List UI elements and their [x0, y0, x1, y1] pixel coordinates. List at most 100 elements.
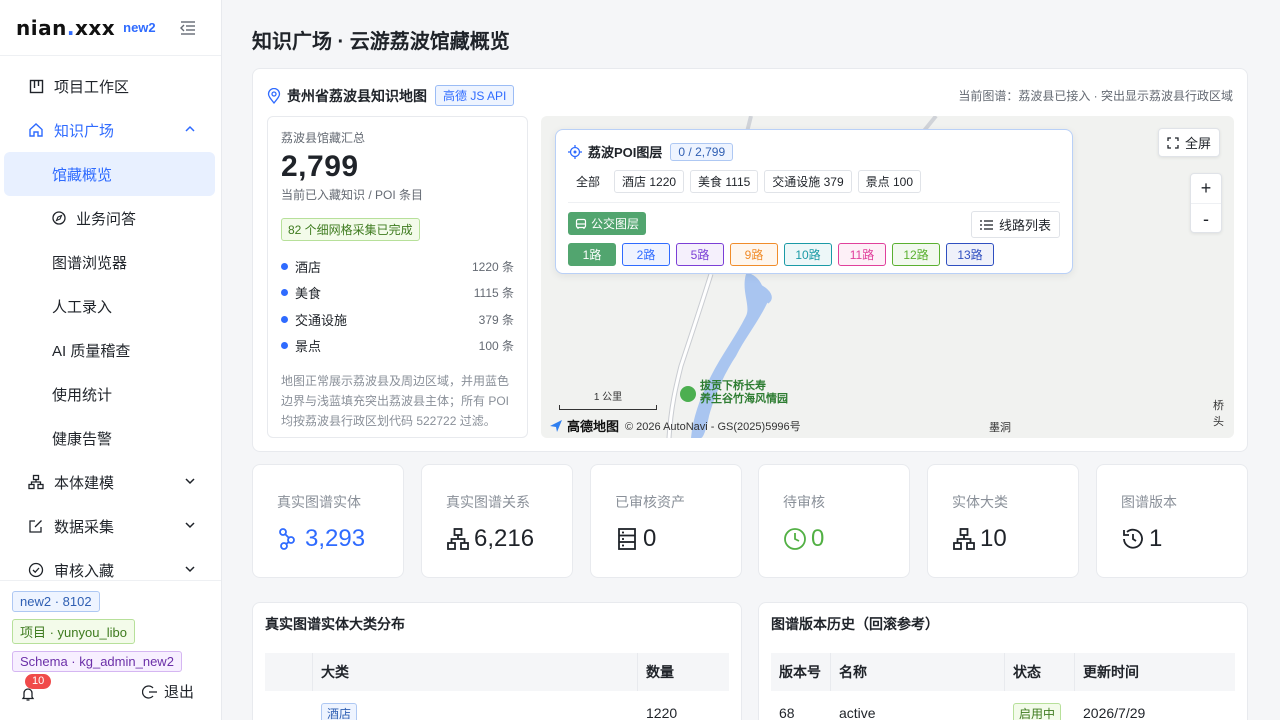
hierarchy-icon [447, 528, 469, 550]
sidebar-item-business-qa[interactable]: 业务问答 [0, 196, 221, 240]
chevron-up-icon [185, 125, 195, 132]
amap-logo-icon [550, 419, 562, 432]
route-chip[interactable]: 9路 [730, 243, 778, 266]
zoom-out-button[interactable]: - [1191, 204, 1221, 234]
sidebar-item-label: 健康告警 [52, 430, 113, 448]
zoom-in-button[interactable]: + [1191, 174, 1221, 204]
route-chip[interactable]: 1路 [568, 243, 616, 266]
route-chip[interactable]: 2路 [622, 243, 670, 266]
filter-scenic[interactable]: 景点 100 [857, 170, 922, 193]
header-cell-name[interactable]: 名称 [831, 653, 1005, 691]
entity-distribution-title: 真实图谱实体大类分布 [265, 616, 405, 632]
list-icon [979, 219, 993, 230]
category-list: 酒店 1220 条 美食 1115 条 交通设施 379 条 景点 100 条 [281, 253, 514, 359]
entity-distribution-card: 真实图谱实体大类分布 大类 数量 酒店 1220 [252, 602, 742, 720]
poi-layer-panel: 荔波POI图层 0 / 2,799 全部 酒店 1220 美食 1115 交通设… [555, 129, 1073, 274]
sidebar-item-ai-quality[interactable]: AI 质量稽查 [0, 328, 221, 372]
map-card-title: 贵州省荔波县知识地图 [287, 87, 427, 104]
sidebar: nian.xxx new2 项目工作区 知识广场 馆藏概览 业务问答 图谱浏览器… [0, 0, 222, 720]
sidebar-item-label: 数据采集 [54, 518, 115, 536]
sidebar-item-project-workspace[interactable]: 项目工作区 [0, 64, 221, 108]
compass-icon [52, 211, 66, 225]
status-badge: 启用中 [1013, 702, 1062, 720]
bullet-dot [281, 289, 288, 297]
summary-total: 2,799 [281, 150, 359, 183]
sidebar-item-label: 人工录入 [52, 298, 113, 316]
table-row: 酒店 1220 [265, 699, 729, 720]
sidebar-item-label: 馆藏概览 [52, 166, 113, 184]
server-icon [618, 528, 636, 550]
bullet-dot [281, 315, 288, 323]
header-cell-status[interactable]: 状态 [1005, 653, 1075, 691]
map-status-text: 当前图谱：荔波县已接入 · 突出显示荔波县行政区域 [958, 89, 1233, 103]
route-chip[interactable]: 13路 [946, 243, 994, 266]
copyright-text: © 2026 AutoNavi - GS(2025)5996号 [625, 420, 801, 433]
bus-layer-button[interactable]: 公交图层 [568, 212, 647, 235]
header-cell-updated[interactable]: 更新时间 [1075, 653, 1235, 691]
map-poi-marker[interactable]: 拔贡下桥长寿 养生谷竹海风情园 [680, 380, 788, 406]
header-cell-version[interactable]: 版本号 [771, 653, 831, 691]
updated-cell: 2026/7/29 [1083, 705, 1146, 720]
sidebar-item-data-collection[interactable]: 数据采集 [0, 504, 221, 548]
sidebar-item-manual-entry[interactable]: 人工录入 [0, 284, 221, 328]
route-list-button[interactable]: 线路列表 [970, 211, 1060, 238]
schema-tag: Schema · kg_admin_new2 [12, 651, 182, 672]
route-chip[interactable]: 11路 [838, 243, 886, 266]
stat-card-pending: 待审核 0 [758, 464, 910, 578]
notification-count-badge: 10 [25, 674, 52, 689]
collection-summary-panel: 荔波县馆藏汇总 2,799 当前已入藏知识 / POI 条目 82 个细网格采集… [267, 116, 528, 438]
poi-name-line2: 养生谷竹海风情园 [700, 393, 788, 405]
poi-pin-icon [680, 386, 696, 402]
fullscreen-button[interactable]: 全屏 [1157, 128, 1220, 157]
summary-subtitle: 当前已入藏知识 / POI 条目 [281, 188, 424, 202]
filter-food[interactable]: 美食 1115 [690, 170, 759, 193]
header-cell-count[interactable]: 数量 [638, 653, 729, 691]
sidebar-item-health-alerts[interactable]: 健康告警 [0, 416, 221, 460]
route-chip[interactable]: 10路 [784, 243, 832, 266]
stat-card-versions: 图谱版本 1 [1096, 464, 1248, 578]
sidebar-item-graph-browser[interactable]: 图谱浏览器 [0, 240, 221, 284]
knowledge-map-card: 贵州省荔波县知识地图 高德 JS API 当前图谱：荔波县已接入 · 突出显示荔… [252, 68, 1248, 452]
page-title: 知识广场 · 云游荔波馆藏概览 [252, 31, 510, 53]
brand-logo[interactable]: nian.xxx [16, 16, 115, 40]
kanban-icon [28, 78, 44, 94]
bullet-dot [281, 342, 288, 350]
map-place-label: 桥头 [1213, 400, 1224, 428]
sidebar-item-knowledge-plaza[interactable]: 知识广场 [0, 108, 221, 152]
chevron-down-icon [185, 522, 195, 529]
route-chip[interactable]: 12路 [892, 243, 940, 266]
sidebar-item-label: AI 质量稽查 [52, 342, 131, 360]
hierarchy-icon [28, 474, 44, 490]
expand-icon [1167, 136, 1179, 149]
route-list-label: 线路列表 [998, 218, 1051, 233]
divider [568, 202, 1060, 203]
sidebar-item-ontology-modeling[interactable]: 本体建模 [0, 460, 221, 504]
notifications-button[interactable]: 10 [20, 674, 52, 704]
route-chip[interactable]: 5路 [676, 243, 724, 266]
filter-all[interactable]: 全部 [568, 170, 609, 193]
header-cell-category[interactable]: 大类 [313, 653, 638, 691]
filter-transport[interactable]: 交通设施 379 [764, 170, 852, 193]
sidebar-item-collection-overview[interactable]: 馆藏概览 [4, 152, 215, 196]
table-header: 大类 数量 [265, 653, 729, 691]
api-badge: 高德 JS API [435, 85, 515, 106]
env-tag: new2 · 8102 [12, 591, 100, 612]
sidebar-nav: 项目工作区 知识广场 馆藏概览 业务问答 图谱浏览器 人工录入 AI 质量稽查 … [0, 56, 221, 592]
bus-layer-label: 公交图层 [591, 217, 640, 231]
zoom-control: + - [1190, 173, 1222, 233]
scale-label: 1 公里 [593, 392, 623, 403]
logout-button[interactable]: 退出 [142, 681, 194, 702]
stat-value: 6,216 [474, 525, 535, 552]
chevron-down-icon [185, 566, 195, 573]
collapse-sidebar-icon[interactable] [178, 18, 198, 38]
sidebar-item-usage-stats[interactable]: 使用统计 [0, 372, 221, 416]
logout-label: 退出 [164, 684, 195, 701]
sidebar-footer: new2 · 8102 项目 · yunyou_libo Schema · kg… [0, 580, 221, 720]
stat-label: 图谱版本 [1121, 494, 1177, 510]
poi-filter-group: 全部 酒店 1220 美食 1115 交通设施 379 景点 100 [568, 170, 927, 193]
stat-label: 真实图谱实体 [277, 494, 361, 510]
stat-value: 3,293 [305, 525, 366, 552]
map-canvas[interactable]: 荔波POI图层 0 / 2,799 全部 酒店 1220 美食 1115 交通设… [541, 116, 1234, 438]
filter-hotel[interactable]: 酒店 1220 [614, 170, 685, 193]
map-place-label: 墨洞 [989, 422, 1011, 434]
